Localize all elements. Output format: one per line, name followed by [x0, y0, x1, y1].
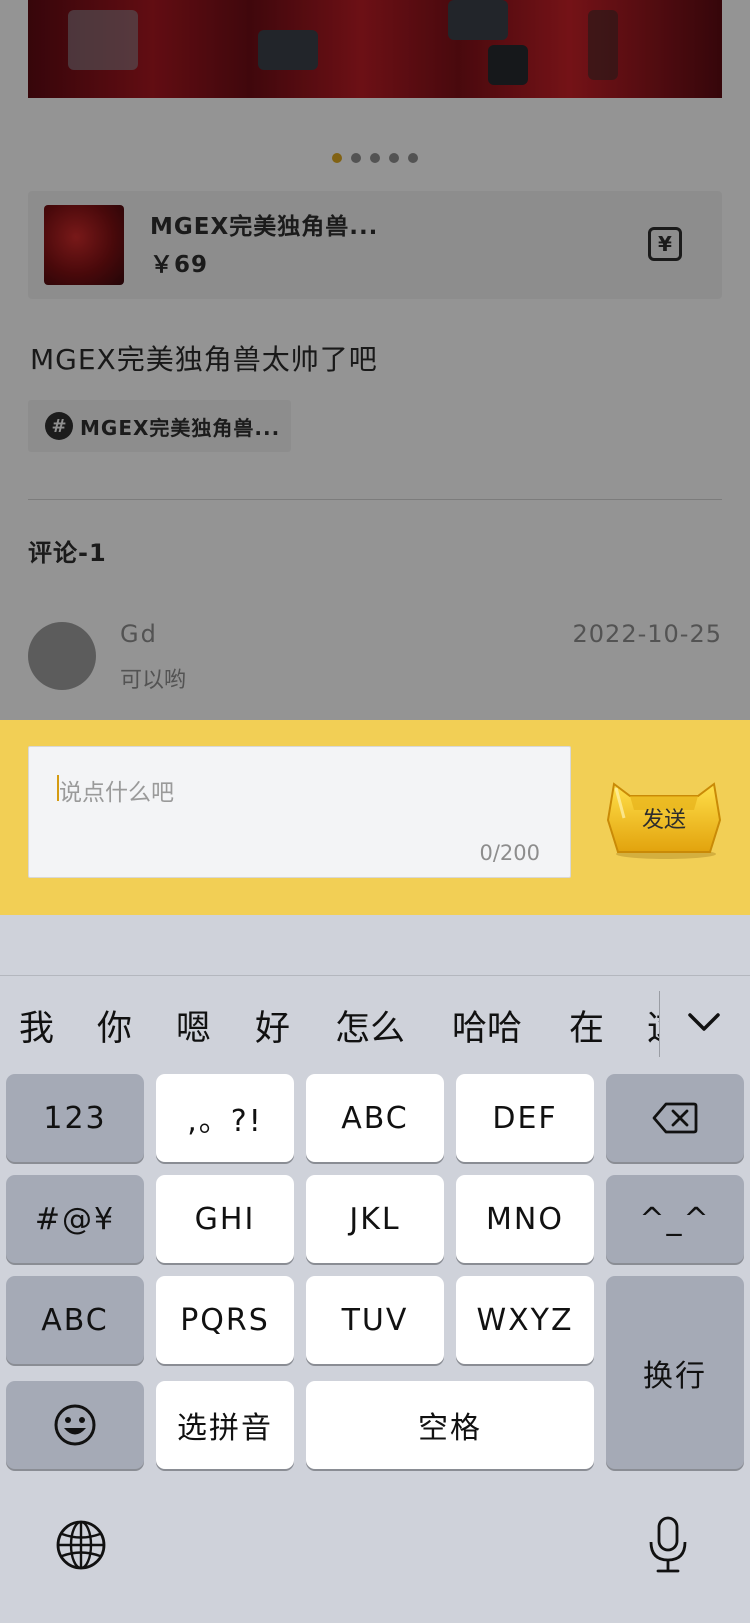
candidate-word[interactable]: 哈哈 — [452, 1000, 522, 1051]
microphone-icon[interactable] — [646, 1515, 690, 1575]
globe-icon[interactable] — [55, 1519, 107, 1571]
key-space[interactable]: 空格 — [306, 1381, 594, 1469]
send-label: 发送 — [641, 808, 686, 833]
key-mno[interactable]: MNO — [456, 1175, 594, 1263]
divider — [659, 991, 660, 1057]
key-123[interactable]: 123 — [6, 1074, 144, 1162]
ime-keyboard: 我 你 嗯 好 怎么 哈哈 在 这 123 ,。?! ABC DEF #@¥ G… — [0, 915, 750, 1623]
candidate-word[interactable]: 你 — [97, 1000, 132, 1051]
candidate-word[interactable]: 我 — [19, 1000, 54, 1051]
backspace-icon — [652, 1102, 698, 1134]
character-count: 0/200 — [479, 841, 540, 865]
key-enter[interactable]: 换行 — [606, 1276, 744, 1469]
key-wxyz[interactable]: WXYZ — [456, 1276, 594, 1364]
candidate-word[interactable]: 嗯 — [176, 1000, 211, 1051]
chevron-down-icon[interactable] — [686, 1005, 722, 1041]
comment-input[interactable]: 说点什么吧 0/200 — [28, 746, 571, 878]
key-select-pinyin[interactable]: 选拼音 — [156, 1381, 294, 1469]
key-jkl[interactable]: JKL — [306, 1175, 444, 1263]
comment-input-bar: 说点什么吧 0/200 发送 — [0, 720, 750, 915]
candidate-bar: 我 你 嗯 好 怎么 哈哈 在 这 — [0, 976, 660, 1068]
key-kaomoji[interactable]: ^_^ — [606, 1175, 744, 1263]
candidate-word[interactable]: 好 — [255, 1000, 290, 1051]
key-punctuation[interactable]: ,。?! — [156, 1074, 294, 1162]
key-ghi[interactable]: GHI — [156, 1175, 294, 1263]
key-emoji[interactable] — [6, 1381, 144, 1469]
dim-overlay[interactable] — [0, 0, 750, 720]
key-abc[interactable]: ABC — [306, 1074, 444, 1162]
key-def[interactable]: DEF — [456, 1074, 594, 1162]
key-pqrs[interactable]: PQRS — [156, 1276, 294, 1364]
key-backspace[interactable] — [606, 1074, 744, 1162]
key-tuv[interactable]: TUV — [306, 1276, 444, 1364]
comment-placeholder: 说点什么吧 — [59, 780, 174, 806]
key-symbols[interactable]: #@¥ — [6, 1175, 144, 1263]
key-abc-mode[interactable]: ABC — [6, 1276, 144, 1364]
candidate-word[interactable]: 怎么 — [335, 1000, 405, 1051]
emoji-icon — [54, 1404, 96, 1446]
candidate-word[interactable]: 在 — [569, 1000, 604, 1051]
send-button[interactable]: 发送 — [606, 778, 722, 860]
